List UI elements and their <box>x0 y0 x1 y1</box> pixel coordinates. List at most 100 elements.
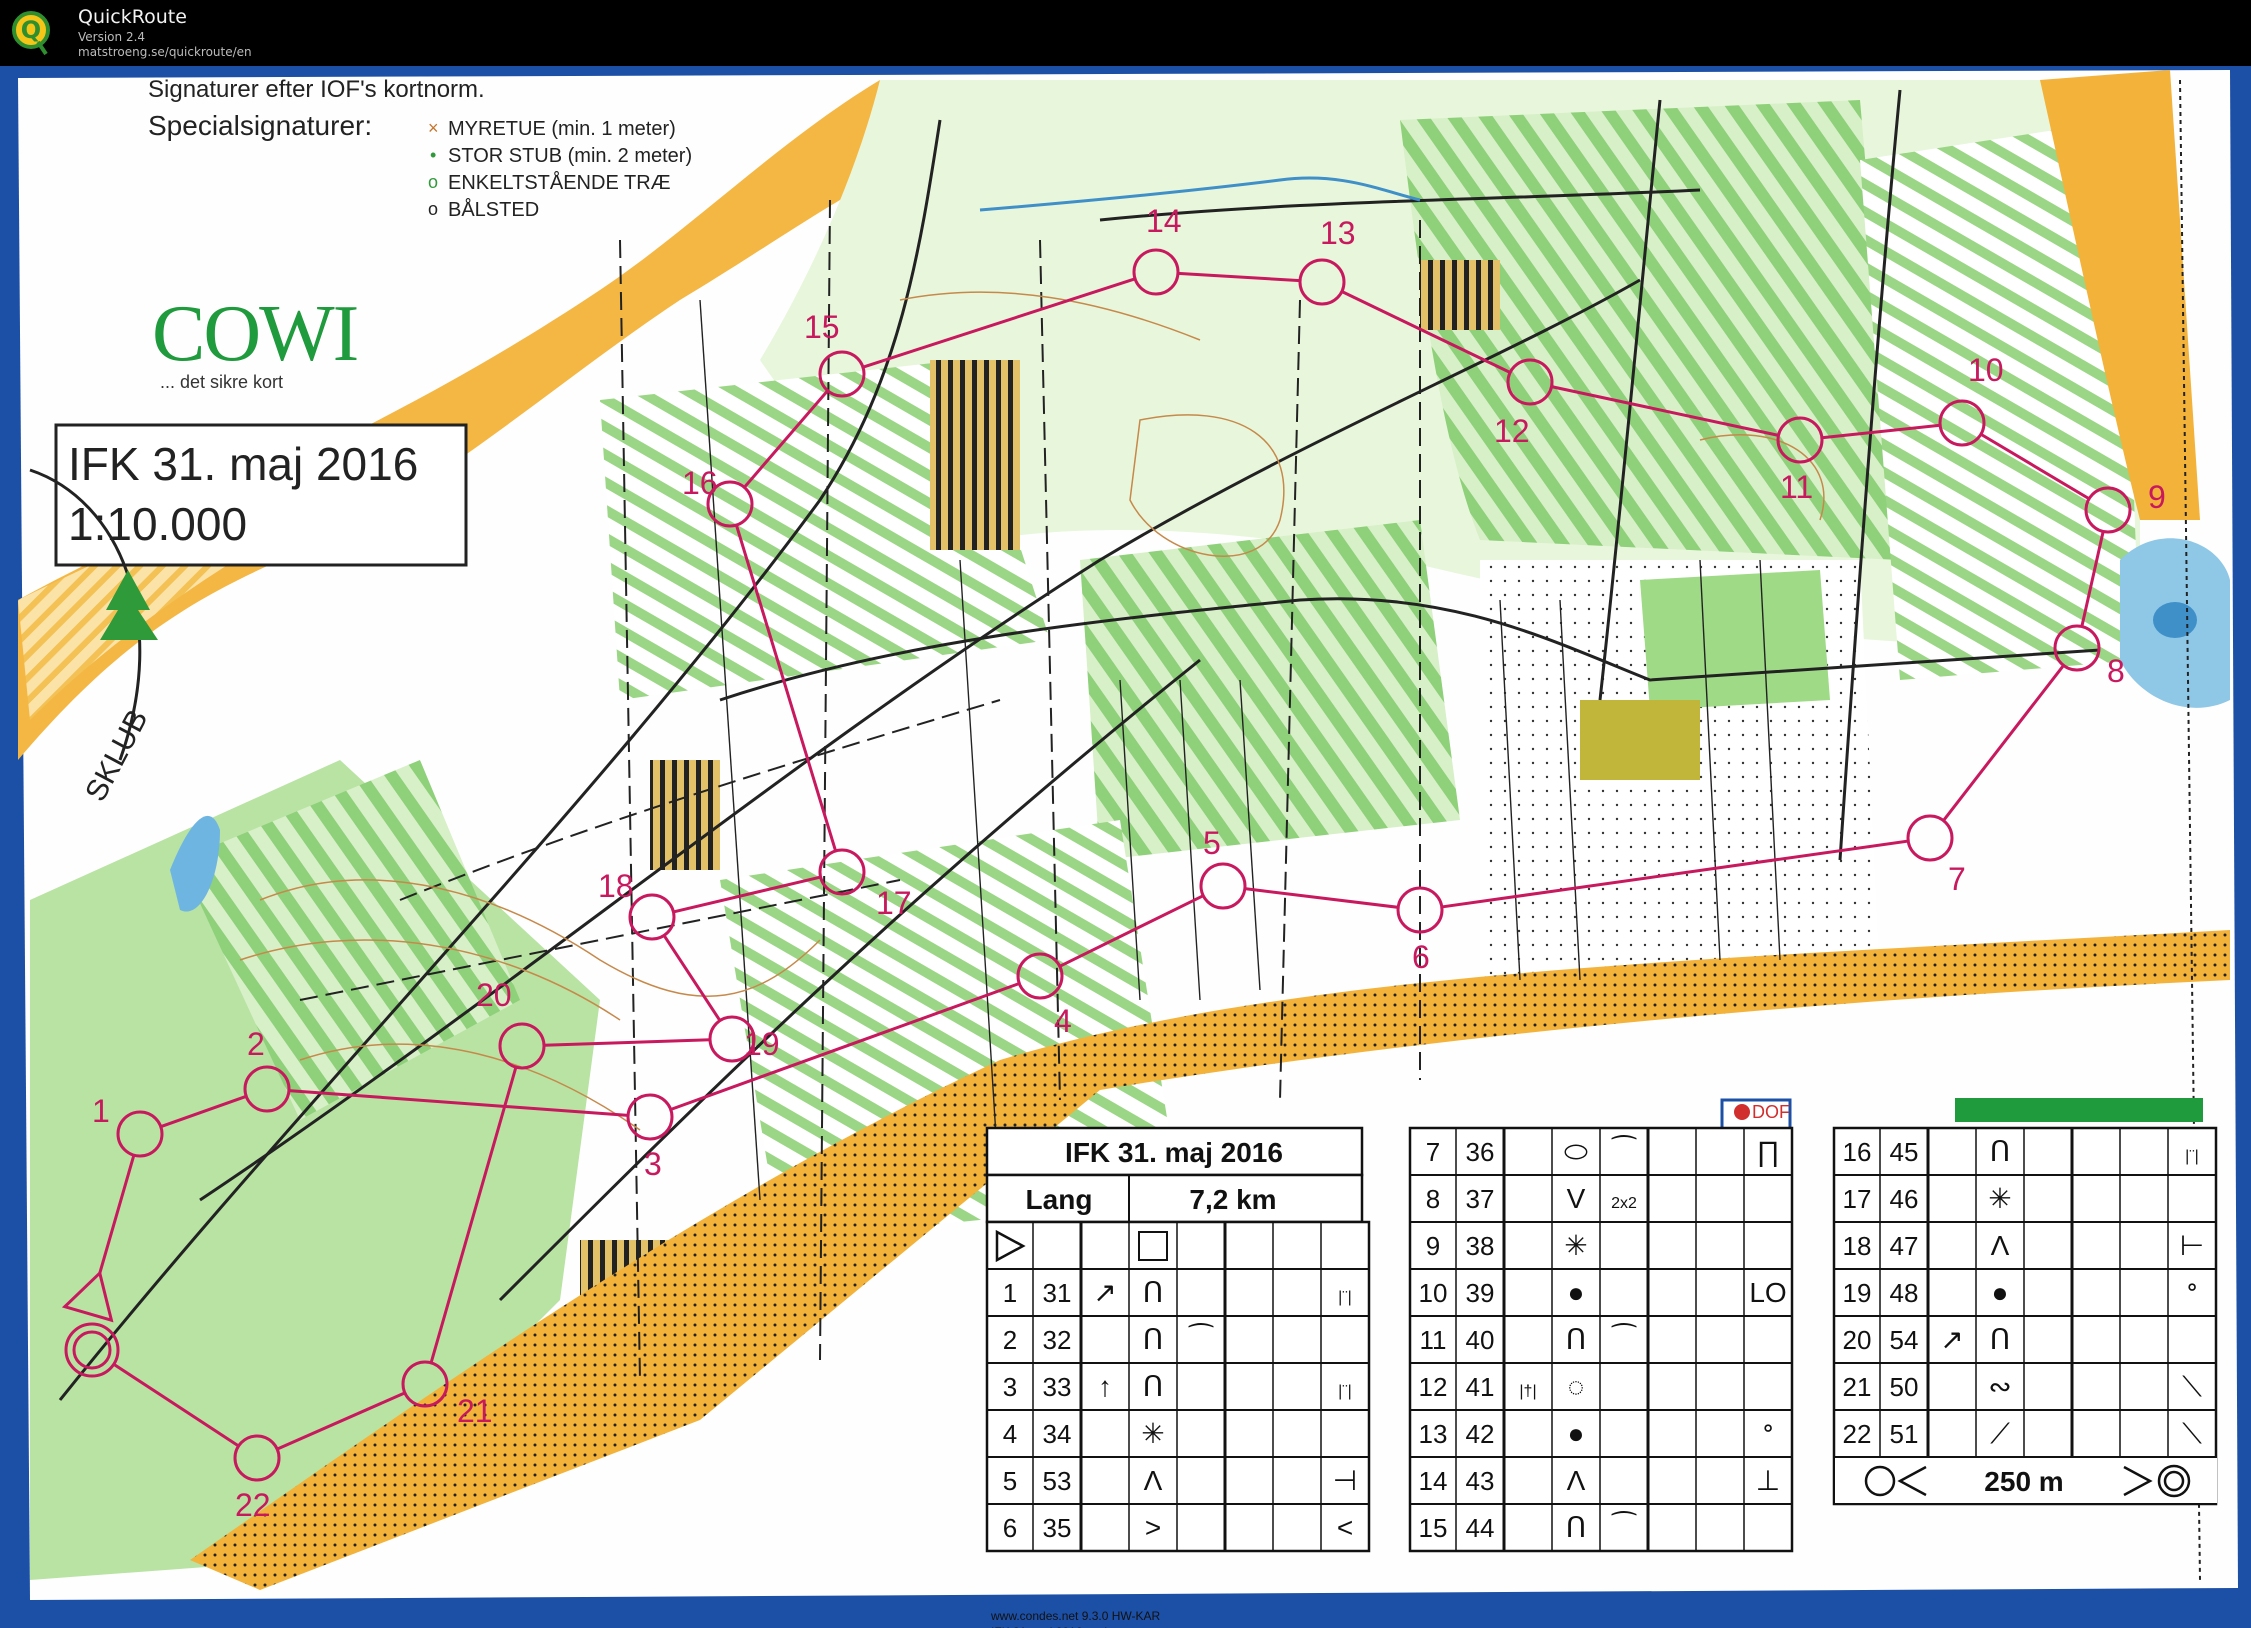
sheet-row-20-col3: ᑎ <box>1990 1324 2011 1355</box>
control-number-21: 21 <box>457 1393 493 1429</box>
sheet-row-3-col7: |¨| <box>1338 1383 1352 1400</box>
sheet-row-21-col7: ⟍ <box>2182 1371 2202 1402</box>
sheet-row-4-col3: ✳ <box>1141 1418 1164 1449</box>
sheet-row-13-col0: 13 <box>1419 1419 1448 1449</box>
sheet-row-1-col7: |¨| <box>1338 1289 1352 1306</box>
sheet-row-18-col7: ⊢ <box>2180 1230 2204 1261</box>
legend-label-tree: ENKELTSTÅENDE TRÆ <box>448 171 671 194</box>
sheet-row-4-col1: 34 <box>1043 1419 1072 1449</box>
sheet-row-4-col0: 4 <box>1003 1419 1017 1449</box>
sheet-row-9-col3: ✳ <box>1564 1230 1587 1261</box>
cowi-banner <box>1955 1098 2203 1122</box>
sheet-row-1-col0: 1 <box>1003 1278 1017 1308</box>
cultivated-olive <box>1580 700 1700 780</box>
control-number-11: 11 <box>1780 469 1813 505</box>
sheet-row-12-col0: 12 <box>1419 1372 1448 1402</box>
control-number-19: 19 <box>744 1026 780 1062</box>
sheet-row-8-col1: 37 <box>1466 1184 1495 1214</box>
legend-symbol-tree: o <box>428 172 438 192</box>
sheet-row-15-col4: ⁀ <box>1611 1511 1637 1543</box>
sheet-row-16-col7: |¨| <box>2185 1148 2199 1165</box>
sheet-row-7-col4: ⁀ <box>1611 1135 1637 1167</box>
sheet-row-7-col1: 36 <box>1466 1137 1495 1167</box>
sheet-row-5-col3: Λ <box>1144 1465 1163 1496</box>
control-number-10: 10 <box>1968 352 2004 388</box>
sheet-row-2-col1: 32 <box>1043 1325 1072 1355</box>
app-version: Version 2.4 <box>78 30 146 44</box>
control-number-16: 16 <box>682 465 718 501</box>
sheet-row-8-col0: 8 <box>1426 1184 1440 1214</box>
forest-stripes-mid <box>1080 520 1460 860</box>
sheet-row-10-col1: 39 <box>1466 1278 1495 1308</box>
sheet-row-14-col1: 43 <box>1466 1466 1495 1496</box>
sheet-row-6-col1: 35 <box>1043 1513 1072 1543</box>
sheet-row-16-col3: ᑎ <box>1990 1136 2011 1167</box>
sheet-row-22-col3: ⟋ <box>1990 1418 2010 1449</box>
sheet-title: IFK 31. maj 2016 <box>1065 1137 1283 1168</box>
sheet-row-11-col1: 40 <box>1466 1325 1495 1355</box>
control-number-2: 2 <box>247 1026 265 1062</box>
sheet-row-14-col3: Λ <box>1567 1465 1586 1496</box>
sheet-row-19-col3: ● <box>1992 1277 2009 1308</box>
sheet-row-7-col7: ∏ <box>1756 1136 1779 1167</box>
control-number-12: 12 <box>1494 413 1530 449</box>
sheet-row-17-col3: ✳ <box>1988 1183 2011 1214</box>
sheet-row-14-col0: 14 <box>1419 1466 1448 1496</box>
sheet-row-3-col1: 33 <box>1043 1372 1072 1402</box>
sheet-row-22-col1: 51 <box>1890 1419 1919 1449</box>
legend-label-stump: STOR STUB (min. 2 meter) <box>448 145 692 167</box>
sheet-row-13-col1: 42 <box>1466 1419 1495 1449</box>
sheet-row-13-col3: ● <box>1568 1418 1585 1449</box>
sheet-row-14-col7: ⊥ <box>1756 1465 1780 1496</box>
marsh-stripes-1 <box>930 360 1020 550</box>
sheet-row-18-col0: 18 <box>1843 1231 1872 1261</box>
sheet-row-10-col0: 10 <box>1419 1278 1448 1308</box>
sheet-row-15-col3: ᑎ <box>1566 1512 1587 1543</box>
sheet-class: Lang <box>1026 1184 1093 1215</box>
control-number-20: 20 <box>476 977 512 1013</box>
sheet-row-6-col7: < <box>1337 1512 1353 1543</box>
sheet-row-6-col3: > <box>1145 1512 1161 1543</box>
sheet-finish-distance: 250 m <box>1984 1466 2063 1497</box>
app-url: matstroeng.se/quickroute/en <box>78 45 252 59</box>
sheet-row-20-col1: 54 <box>1890 1325 1919 1355</box>
sheet-row-8-col4: 2x2 <box>1611 1195 1637 1212</box>
app-title: QuickRoute <box>78 6 187 28</box>
dof-badge-dot <box>1734 1104 1750 1120</box>
marsh-stripes-4 <box>1420 260 1500 330</box>
control-number-8: 8 <box>2107 653 2125 689</box>
pond-east <box>2153 602 2197 638</box>
sheet-row-13-col7: ᐤ <box>1763 1418 1774 1449</box>
dof-badge-text: DOF <box>1752 1102 1790 1122</box>
sheet-row-3-col2: ↑ <box>1098 1371 1112 1402</box>
legend-line1: Signaturer efter IOF's kortnorm. <box>148 76 485 103</box>
svg-text:Q: Q <box>21 16 41 44</box>
sheet-row-2-col4: ⁀ <box>1188 1323 1214 1355</box>
marsh-stripes-2 <box>650 760 720 870</box>
sheet-row-21-col3: ∾ <box>1988 1371 2011 1402</box>
control-number-6: 6 <box>1412 939 1430 975</box>
control-number-3: 3 <box>644 1146 662 1182</box>
sheet-row-5-col1: 53 <box>1043 1466 1072 1496</box>
sheet-row-15-col1: 44 <box>1466 1513 1495 1543</box>
control-number-1: 1 <box>92 1093 110 1129</box>
sheet-row-10-col3: ● <box>1568 1277 1585 1308</box>
control-number-15: 15 <box>804 309 840 345</box>
sheet-row-22-col0: 22 <box>1843 1419 1872 1449</box>
sheet-row-18-col1: 47 <box>1890 1231 1919 1261</box>
orienteering-map[interactable]: Signaturer efter IOF's kortnorm. Special… <box>0 66 2251 1628</box>
legend-symbol-anthill: × <box>428 118 439 138</box>
sheet-row-11-col0: 11 <box>1420 1325 1447 1355</box>
control-number-7: 7 <box>1948 861 1966 897</box>
sheet-row-21-col1: 50 <box>1890 1372 1919 1402</box>
sheet-row-6-col0: 6 <box>1003 1513 1017 1543</box>
legend-label-anthill: MYRETUE (min. 1 meter) <box>448 118 676 140</box>
sheet-footer-1: www.condes.net 9.3.0 HW-KAR <box>990 1609 1161 1623</box>
control-number-5: 5 <box>1203 825 1221 861</box>
map-viewport[interactable]: Signaturer efter IOF's kortnorm. Special… <box>0 66 2251 1628</box>
sheet-row-15-col0: 15 <box>1419 1513 1448 1543</box>
sheet-row-17-col1: 46 <box>1890 1184 1919 1214</box>
sheet-row-12-col1: 41 <box>1466 1372 1495 1402</box>
sheet-row-16-col1: 45 <box>1890 1137 1919 1167</box>
sponsor-logo: COWI <box>152 290 357 378</box>
